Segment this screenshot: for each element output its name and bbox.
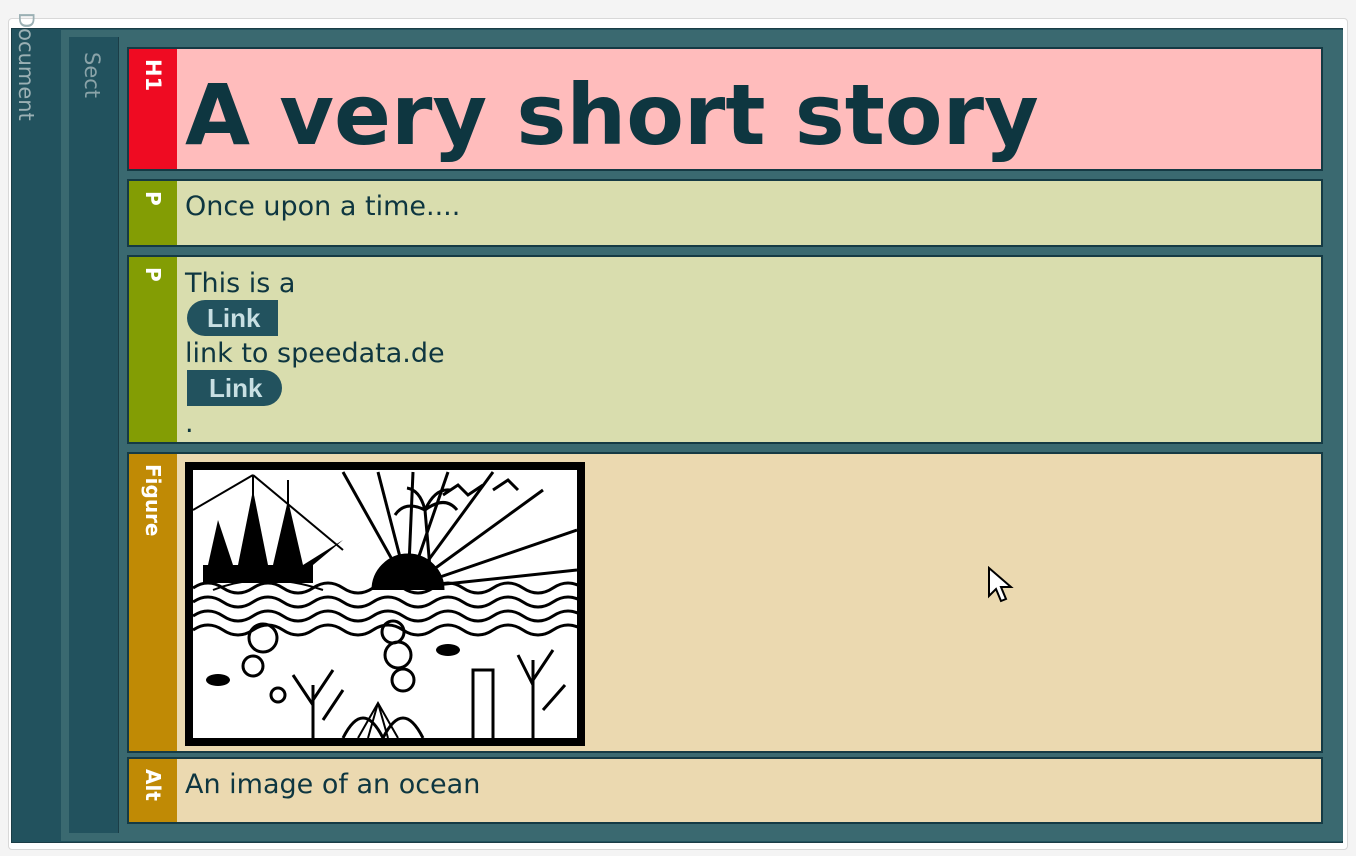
alt-tag-label: Alt: [141, 769, 165, 801]
link-start-badge[interactable]: Link: [187, 300, 279, 336]
ocean-papercut-icon: [193, 470, 577, 738]
figure-tag: Figure: [129, 454, 177, 751]
alt-tag: Alt: [129, 759, 177, 822]
paragraph-2-link-text[interactable]: link to speedata.de: [185, 337, 1315, 370]
figure-tag-label: Figure: [141, 464, 165, 537]
alt-text: An image of an ocean: [185, 769, 481, 800]
h1-tag: H1: [129, 49, 177, 169]
mouse-pointer-icon: [988, 566, 1014, 603]
p-tag-1: P: [129, 181, 177, 245]
ocean-image: [185, 462, 585, 746]
document-label: Document: [14, 12, 38, 121]
h1-element[interactable]: H1 A very short story: [127, 47, 1323, 171]
story-title: A very short story: [185, 66, 1039, 164]
p-tag-2: P: [129, 257, 177, 442]
p-tag-label-2: P: [141, 267, 165, 282]
paragraph-element-1[interactable]: P Once upon a time....: [127, 179, 1323, 247]
p-tag-label-1: P: [141, 191, 165, 206]
link-end-badge[interactable]: Link: [187, 370, 283, 406]
h1-tag-label: H1: [141, 59, 165, 92]
paragraph-text-1: Once upon a time....: [185, 191, 461, 222]
figure-element[interactable]: Figure: [127, 452, 1323, 753]
paragraph-2-line-3: .: [185, 408, 194, 439]
paragraph-element-2[interactable]: P This is a Link link to speedata.de Lin…: [127, 255, 1323, 444]
paragraph-2-line-1: This is a: [185, 268, 296, 299]
section-label: Sect: [80, 52, 104, 99]
alt-element[interactable]: Alt An image of an ocean: [127, 757, 1323, 824]
